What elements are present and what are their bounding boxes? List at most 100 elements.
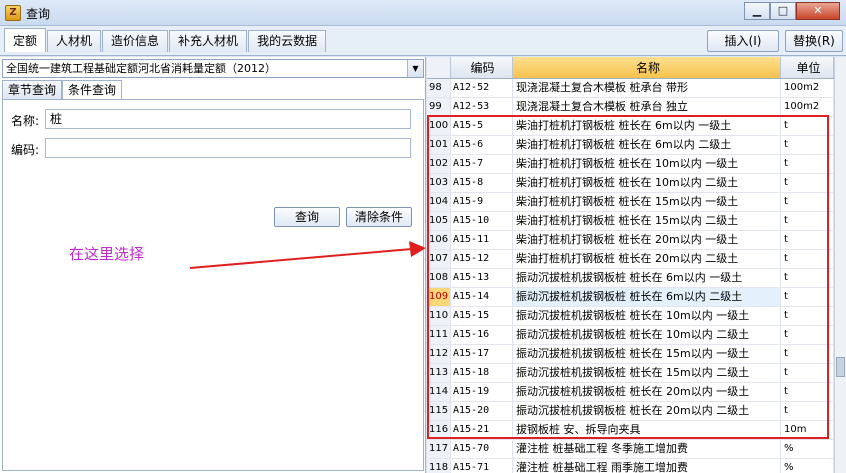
row-unit: t bbox=[781, 231, 834, 249]
row-name: 振动沉拔桩机拔钢板桩 桩长在 20m以内 二级土 bbox=[513, 402, 781, 420]
row-unit: t bbox=[781, 250, 834, 268]
tab-supplement[interactable]: 补充人材机 bbox=[169, 30, 248, 52]
row-code: A15-70 bbox=[451, 440, 513, 458]
row-index: 103 bbox=[427, 174, 451, 192]
row-code: A15-13 bbox=[451, 269, 513, 287]
row-name: 柴油打桩机打钢板桩 桩长在 10m以内 一级土 bbox=[513, 155, 781, 173]
row-name: 振动沉拔桩机拔钢板桩 桩长在 6m以内 二级土 bbox=[513, 288, 781, 306]
table-row[interactable]: 112 A15-17 振动沉拔桩机拔钢板桩 桩长在 15m以内 一级土 t bbox=[427, 345, 834, 364]
top-toolbar: 定额 人材机 造价信息 补充人材机 我的云数据 插入(I) 替换(R) bbox=[0, 26, 846, 56]
query-button[interactable]: 查询 bbox=[274, 207, 340, 227]
row-index: 116 bbox=[427, 421, 451, 439]
row-name: 柴油打桩机打钢板桩 桩长在 20m以内 一级土 bbox=[513, 231, 781, 249]
row-code: A15-5 bbox=[451, 117, 513, 135]
tab-labor-material-machine[interactable]: 人材机 bbox=[47, 30, 102, 52]
search-mode-tabs: 章节查询 条件查询 bbox=[2, 80, 123, 99]
row-index: 115 bbox=[427, 402, 451, 420]
row-unit: 100m2 bbox=[781, 98, 834, 116]
app-icon: Z bbox=[5, 5, 21, 21]
row-unit: t bbox=[781, 193, 834, 211]
quota-set-select[interactable]: 全国统一建筑工程基础定额河北省消耗量定额（2012） ▼ bbox=[2, 59, 424, 78]
table-row[interactable]: 110 A15-15 振动沉拔桩机拔钢板桩 桩长在 10m以内 一级土 t bbox=[427, 307, 834, 326]
code-input[interactable] bbox=[45, 138, 411, 158]
table-row[interactable]: 103 A15-8 柴油打桩机打钢板桩 桩长在 10m以内 二级土 t bbox=[427, 174, 834, 193]
annotation-text: 在这里选择 bbox=[69, 245, 145, 263]
row-code: A15-17 bbox=[451, 345, 513, 363]
row-name: 柴油打桩机打钢板桩 桩长在 20m以内 二级土 bbox=[513, 250, 781, 268]
row-name: 振动沉拔桩机拔钢板桩 桩长在 10m以内 二级土 bbox=[513, 326, 781, 344]
main-tabs: 定额 人材机 造价信息 补充人材机 我的云数据 bbox=[4, 28, 327, 52]
table-row[interactable]: 106 A15-11 柴油打桩机打钢板桩 桩长在 20m以内 一级土 t bbox=[427, 231, 834, 250]
table-row[interactable]: 109 A15-14 振动沉拔桩机拔钢板桩 桩长在 6m以内 二级土 t bbox=[427, 288, 834, 307]
tab-chapter-search[interactable]: 章节查询 bbox=[2, 80, 63, 99]
header-unit[interactable]: 单位 bbox=[781, 57, 834, 78]
grid-rows: 98 A12-52 现浇混凝土复合木模板 桩承台 带形 100m2 99 A12-53 现浇… bbox=[427, 79, 834, 473]
table-row[interactable]: 104 A15-9 柴油打桩机打钢板桩 桩长在 15m以内 一级土 t bbox=[427, 193, 834, 212]
table-row[interactable]: 114 A15-19 振动沉拔桩机拔钢板桩 桩长在 20m以内 一级土 t bbox=[427, 383, 834, 402]
grid-header: 编码 名称 单位 bbox=[427, 57, 834, 79]
row-unit: t bbox=[781, 402, 834, 420]
name-input[interactable]: 桩 bbox=[45, 109, 411, 129]
row-index: 100 bbox=[427, 117, 451, 135]
header-code[interactable]: 编码 bbox=[451, 57, 513, 78]
row-code: A15-8 bbox=[451, 174, 513, 192]
row-index: 109 bbox=[427, 288, 451, 306]
table-row[interactable]: 105 A15-10 柴油打桩机打钢板桩 桩长在 15m以内 二级土 t bbox=[427, 212, 834, 231]
table-row[interactable]: 116 A15-21 拔钢板桩 安、拆导向夹具 10m bbox=[427, 421, 834, 440]
table-row[interactable]: 108 A15-13 振动沉拔桩机拔钢板桩 桩长在 6m以内 一级土 t bbox=[427, 269, 834, 288]
results-grid: 编码 名称 单位 98 A12-52 现浇混凝土复合木模板 桩承台 带形 100m2 9… bbox=[427, 57, 834, 473]
table-row[interactable]: 115 A15-20 振动沉拔桩机拔钢板桩 桩长在 20m以内 二级土 t bbox=[427, 402, 834, 421]
table-row[interactable]: 118 A15-71 灌注桩 桩基础工程 雨季施工增加费% bbox=[427, 459, 834, 473]
table-row[interactable]: 100 A15-5 柴油打桩机打钢板桩 桩长在 6m以内 一级土 t bbox=[427, 117, 834, 136]
row-code: A15-19 bbox=[451, 383, 513, 401]
table-row[interactable]: 117 A15-70 灌注桩 桩基础工程 冬季施工增加费% bbox=[427, 440, 834, 459]
header-index bbox=[427, 57, 451, 78]
name-label: 名称: bbox=[11, 114, 40, 128]
window-title: 查询 bbox=[26, 7, 51, 21]
row-unit: t bbox=[781, 212, 834, 230]
condition-form: 名称: 桩 编码: 查询 清除条件 在这里选择 bbox=[2, 99, 424, 471]
row-unit: t bbox=[781, 364, 834, 382]
row-name: 振动沉拔桩机拔钢板桩 桩长在 20m以内 一级土 bbox=[513, 383, 781, 401]
table-row[interactable]: 98 A12-52 现浇混凝土复合木模板 桩承台 带形 100m2 bbox=[427, 79, 834, 98]
row-name: 柴油打桩机打钢板桩 桩长在 15m以内 二级土 bbox=[513, 212, 781, 230]
row-index: 112 bbox=[427, 345, 451, 363]
table-row[interactable]: 101 A15-6 柴油打桩机打钢板桩 桩长在 6m以内 二级土 t bbox=[427, 136, 834, 155]
table-row[interactable]: 102 A15-7 柴油打桩机打钢板桩 桩长在 10m以内 一级土 t bbox=[427, 155, 834, 174]
replace-button[interactable]: 替换(R) bbox=[785, 30, 843, 52]
row-unit: t bbox=[781, 288, 834, 306]
row-index: 102 bbox=[427, 155, 451, 173]
clear-conditions-button[interactable]: 清除条件 bbox=[346, 207, 412, 227]
header-name[interactable]: 名称 bbox=[513, 57, 781, 78]
close-button[interactable]: ✕ bbox=[796, 2, 840, 20]
minimize-button[interactable]: ▁ bbox=[744, 2, 770, 20]
row-index: 110 bbox=[427, 307, 451, 325]
tab-price-info[interactable]: 造价信息 bbox=[102, 30, 169, 52]
row-code: A15-14 bbox=[451, 288, 513, 306]
row-name: 柴油打桩机打钢板桩 桩长在 6m以内 二级土 bbox=[513, 136, 781, 154]
scrollbar-thumb[interactable] bbox=[836, 357, 845, 377]
row-name: 灌注桩 桩基础工程 雨季施工增加费 bbox=[513, 459, 781, 473]
row-code: A15-71 bbox=[451, 459, 513, 473]
maximize-button[interactable]: □ bbox=[770, 2, 796, 20]
row-code: A15-6 bbox=[451, 136, 513, 154]
row-unit: t bbox=[781, 155, 834, 173]
row-name: 振动沉拔桩机拔钢板桩 桩长在 15m以内 二级土 bbox=[513, 364, 781, 382]
table-row[interactable]: 111 A15-16 振动沉拔桩机拔钢板桩 桩长在 10m以内 二级土 t bbox=[427, 326, 834, 345]
row-name: 现浇混凝土复合木模板 桩承台 独立 bbox=[513, 98, 781, 116]
tab-cloud-data[interactable]: 我的云数据 bbox=[248, 30, 327, 52]
vertical-scrollbar[interactable] bbox=[834, 57, 846, 473]
row-unit: t bbox=[781, 326, 834, 344]
insert-button[interactable]: 插入(I) bbox=[707, 30, 779, 52]
table-row[interactable]: 113 A15-18 振动沉拔桩机拔钢板桩 桩长在 15m以内 二级土 t bbox=[427, 364, 834, 383]
row-name: 振动沉拔桩机拔钢板桩 桩长在 10m以内 一级土 bbox=[513, 307, 781, 325]
row-unit: 100m2 bbox=[781, 79, 834, 97]
table-row[interactable]: 107 A15-12 柴油打桩机打钢板桩 桩长在 20m以内 二级土 t bbox=[427, 250, 834, 269]
tab-quota[interactable]: 定额 bbox=[4, 28, 47, 52]
search-panel: 全国统一建筑工程基础定额河北省消耗量定额（2012） ▼ 章节查询 条件查询 名… bbox=[0, 57, 426, 473]
row-code: A15-12 bbox=[451, 250, 513, 268]
table-row[interactable]: 99 A12-53 现浇混凝土复合木模板 桩承台 独立 100m2 bbox=[427, 98, 834, 117]
chevron-down-icon[interactable]: ▼ bbox=[407, 60, 423, 77]
tab-condition-search[interactable]: 条件查询 bbox=[62, 80, 123, 99]
row-name: 现浇混凝土复合木模板 桩承台 带形 bbox=[513, 79, 781, 97]
